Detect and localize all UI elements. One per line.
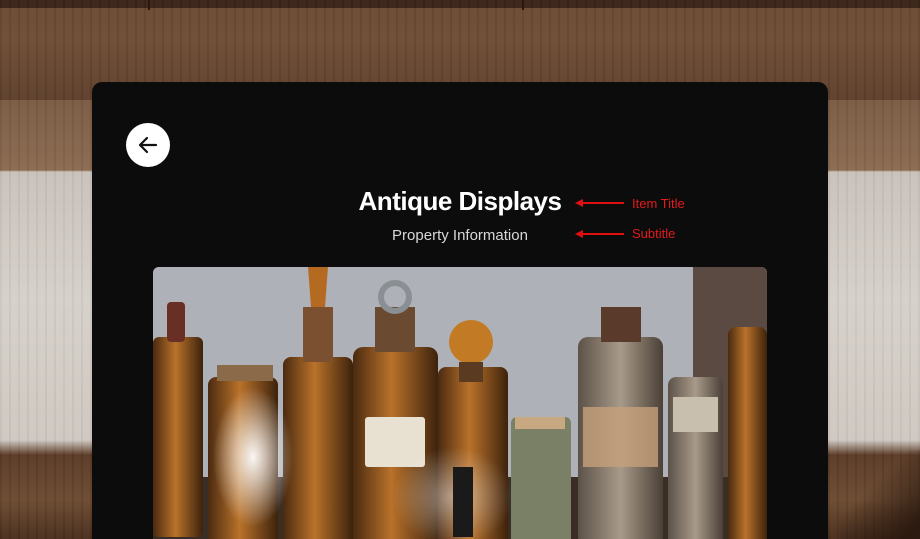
arrow-left-icon — [138, 136, 158, 154]
antique-bottles-image — [153, 267, 767, 539]
property-modal: Antique Displays Property Information — [92, 82, 828, 539]
annotation-arrow-line — [580, 202, 624, 204]
background-shadow — [840, 450, 920, 539]
annotation-subtitle-label: Subtitle — [632, 226, 676, 241]
annotation-title-label: Item Title — [632, 196, 685, 211]
background-seam — [148, 0, 150, 10]
item-title: Antique Displays — [358, 186, 562, 216]
back-button[interactable] — [126, 123, 170, 167]
annotation-arrow-line — [580, 233, 624, 235]
background-seam — [522, 0, 524, 10]
item-subtitle: Property Information — [392, 227, 528, 244]
item-photo — [153, 267, 767, 539]
